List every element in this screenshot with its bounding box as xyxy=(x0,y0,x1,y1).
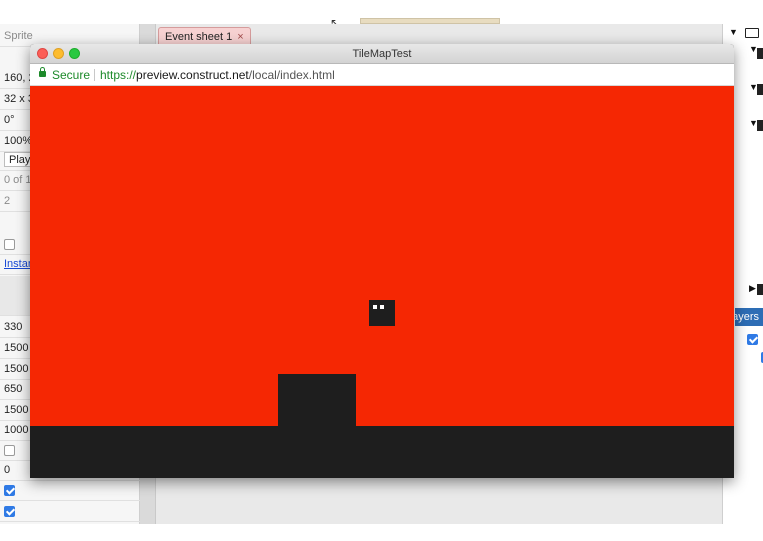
checked-checkbox[interactable] xyxy=(4,484,15,496)
property-value: 0 of 1 xyxy=(4,174,32,186)
preview-browser-window: TileMapTest Secure https://preview.const… xyxy=(30,44,734,478)
address-separator xyxy=(94,69,95,81)
layer-visibility-checkbox[interactable] xyxy=(747,333,758,345)
property-value: 650 xyxy=(4,383,23,395)
unchecked-checkbox[interactable] xyxy=(4,444,15,456)
tree-item-icon xyxy=(757,284,763,295)
tree-item-icon xyxy=(757,120,763,131)
layers-header[interactable]: Layers xyxy=(735,308,763,326)
unchecked-checkbox[interactable] xyxy=(4,238,15,250)
triangle-icon[interactable]: ▶ xyxy=(749,283,756,294)
property-value: 0 xyxy=(4,464,11,476)
checked-checkbox[interactable] xyxy=(4,505,15,517)
tree-item-icon xyxy=(757,84,763,95)
screen: ↖ Sprite 160, 2 32 x 3 0° 100% Playe 0 o… xyxy=(0,0,763,541)
property-value: Sprite xyxy=(4,30,33,42)
property-value: 2 xyxy=(4,195,11,207)
ground-tiles xyxy=(30,426,734,478)
url-host: preview.construct.net xyxy=(136,68,249,82)
url-text[interactable]: https://preview.construct.net/local/inde… xyxy=(100,64,335,86)
property-value: 0° xyxy=(4,114,15,126)
property-value: 100% xyxy=(4,135,33,147)
secure-label: Secure xyxy=(52,68,91,82)
player-sprite xyxy=(369,300,395,326)
property-value: 1500 xyxy=(4,404,29,416)
player-eye xyxy=(380,305,384,309)
folder-icon xyxy=(745,28,759,38)
property-value: 1000 xyxy=(4,424,29,436)
game-canvas[interactable] xyxy=(30,86,734,478)
property-default-controls-row[interactable] xyxy=(0,480,140,501)
raised-block-tile xyxy=(278,374,356,428)
property-value: 1500 xyxy=(4,363,29,375)
player-eye xyxy=(373,305,377,309)
top-toolbar-strip: ↖ xyxy=(0,0,763,30)
address-bar[interactable]: Secure https://preview.construct.net/loc… xyxy=(30,64,734,86)
lock-icon xyxy=(39,67,46,77)
property-value: 330 xyxy=(4,321,23,333)
triangle-icon[interactable]: ▼ xyxy=(729,27,738,37)
bottom-strip xyxy=(0,524,763,541)
url-scheme: https:// xyxy=(100,68,137,82)
layers-label: Layers xyxy=(735,311,760,323)
property-enabled-row[interactable] xyxy=(0,501,140,522)
property-value: 1500 xyxy=(4,342,29,354)
window-titlebar[interactable]: TileMapTest xyxy=(30,44,734,64)
window-title: TileMapTest xyxy=(352,48,412,60)
tree-item-icon xyxy=(757,48,763,59)
url-path: /local/index.html xyxy=(248,68,335,82)
